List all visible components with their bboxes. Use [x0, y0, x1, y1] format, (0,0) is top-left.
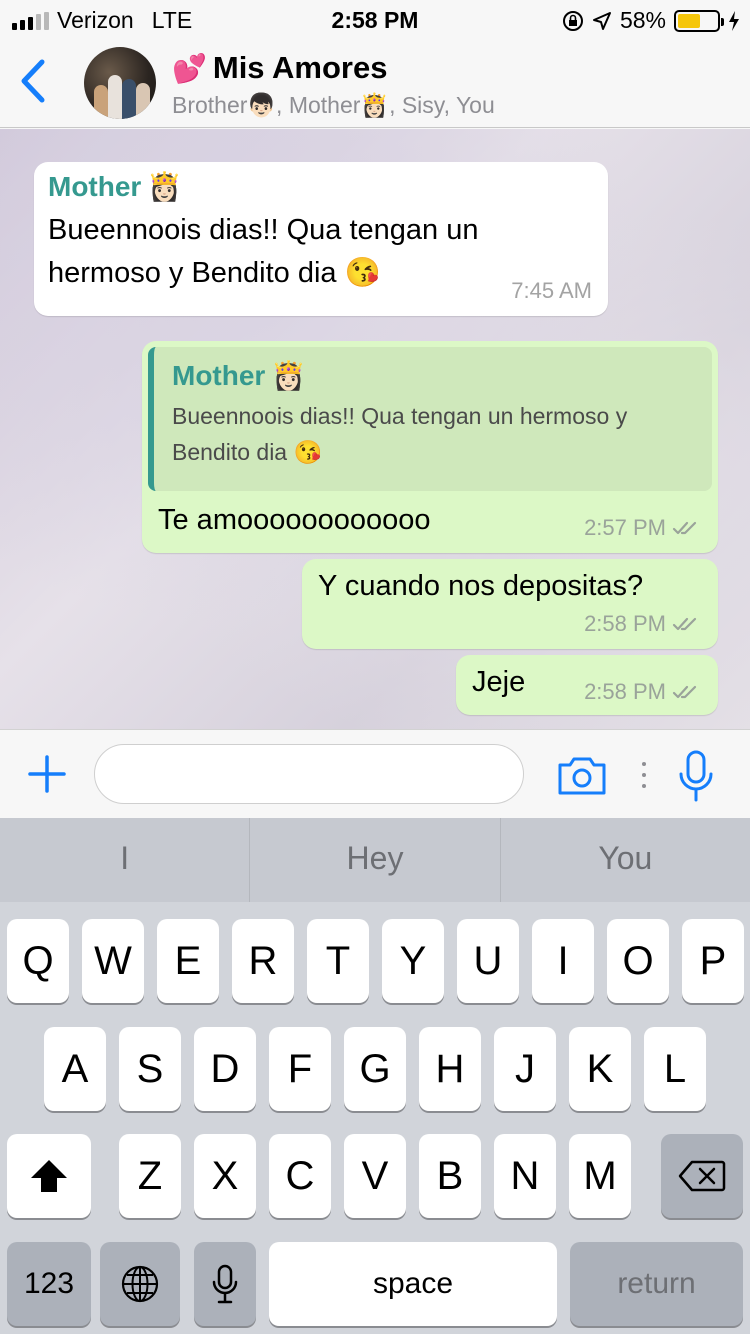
- backspace-icon: [678, 1160, 726, 1192]
- key[interactable]: P: [682, 919, 744, 1003]
- return-key[interactable]: return: [570, 1242, 743, 1326]
- message-bubble-incoming[interactable]: Mother 👸🏻 Bueennoois dias!! Qua tengan u…: [34, 162, 608, 316]
- key[interactable]: L: [644, 1027, 706, 1111]
- message-time: 2:58 PM: [584, 611, 702, 637]
- numbers-key[interactable]: 123: [7, 1242, 91, 1326]
- message-composer: [0, 729, 750, 818]
- key[interactable]: K: [569, 1027, 631, 1111]
- mic-icon: [212, 1264, 238, 1304]
- shift-icon: [31, 1160, 67, 1192]
- message-time: 2:58 PM: [584, 679, 702, 705]
- location-icon: [592, 11, 611, 30]
- message-time: 2:57 PM: [584, 515, 702, 541]
- crown-emoji: 👸🏻: [271, 360, 307, 391]
- key[interactable]: X: [194, 1134, 256, 1218]
- key[interactable]: O: [607, 919, 669, 1003]
- key[interactable]: I: [532, 919, 594, 1003]
- suggestion-bar: I Hey You: [0, 818, 750, 902]
- message-input[interactable]: [94, 744, 524, 804]
- message-text: Bueennoois dias!! Qua tengan un hermoso …: [48, 214, 479, 289]
- group-avatar[interactable]: [84, 47, 156, 119]
- sender-name: Mother 👸🏻: [48, 170, 183, 203]
- key[interactable]: H: [419, 1027, 481, 1111]
- key[interactable]: Q: [7, 919, 69, 1003]
- group-members[interactable]: Brother👦🏻, Mother👸🏻, Sisy, You: [172, 92, 495, 119]
- key[interactable]: Z: [119, 1134, 181, 1218]
- key[interactable]: J: [494, 1027, 556, 1111]
- space-key[interactable]: space: [269, 1242, 557, 1326]
- delete-key[interactable]: [661, 1134, 743, 1218]
- suggestion-item[interactable]: I: [0, 818, 249, 902]
- globe-key[interactable]: [100, 1242, 180, 1326]
- double-check-icon: [672, 521, 697, 535]
- chat-header: 💕 Mis Amores Brother👦🏻, Mother👸🏻, Sisy, …: [0, 40, 750, 128]
- mic-icon[interactable]: [678, 750, 714, 802]
- shift-key[interactable]: [7, 1134, 91, 1218]
- key[interactable]: E: [157, 919, 219, 1003]
- hearts-emoji: 💕: [172, 52, 207, 84]
- battery-icon: [674, 9, 724, 32]
- status-bar: Verizon LTE 2:58 PM 58%: [0, 0, 750, 40]
- key[interactable]: D: [194, 1027, 256, 1111]
- quoted-sender: Mother 👸🏻: [172, 359, 307, 392]
- double-check-icon: [672, 685, 697, 699]
- key[interactable]: C: [269, 1134, 331, 1218]
- globe-icon: [121, 1265, 159, 1303]
- more-icon[interactable]: [640, 760, 648, 790]
- quoted-text: Bueennoois dias!! Qua tengan un hermoso …: [172, 403, 628, 465]
- suggestion-item[interactable]: Hey: [249, 818, 499, 902]
- key[interactable]: V: [344, 1134, 406, 1218]
- key[interactable]: W: [82, 919, 144, 1003]
- message-text: Te amoooooooooooo: [158, 504, 431, 536]
- battery-percent: 58%: [619, 7, 666, 33]
- plus-icon[interactable]: [28, 755, 66, 793]
- group-name: Mis Amores: [212, 50, 388, 85]
- message-bubble-outgoing[interactable]: Y cuando nos depositas? 2:58 PM: [302, 559, 718, 649]
- key[interactable]: S: [119, 1027, 181, 1111]
- message-time: 7:45 AM: [511, 278, 592, 303]
- double-check-icon: [672, 617, 697, 631]
- key[interactable]: B: [419, 1134, 481, 1218]
- key[interactable]: U: [457, 919, 519, 1003]
- suggestion-item[interactable]: You: [499, 818, 750, 902]
- chat-area[interactable]: Mother 👸🏻 Bueennoois dias!! Qua tengan u…: [0, 129, 750, 729]
- keyboard: I Hey You Q W E R T Y U I O P A S D F G …: [0, 818, 750, 1334]
- back-chevron-icon[interactable]: [14, 56, 54, 106]
- key[interactable]: M: [569, 1134, 631, 1218]
- rotation-lock-icon: [562, 10, 583, 31]
- key[interactable]: Y: [382, 919, 444, 1003]
- message-bubble-outgoing[interactable]: Mother 👸🏻 Bueennoois dias!! Qua tengan u…: [142, 341, 718, 553]
- key[interactable]: G: [344, 1027, 406, 1111]
- dictation-key[interactable]: [194, 1242, 256, 1326]
- key[interactable]: N: [494, 1134, 556, 1218]
- quoted-message[interactable]: Mother 👸🏻 Bueennoois dias!! Qua tengan u…: [148, 347, 712, 491]
- camera-icon[interactable]: [556, 755, 608, 797]
- message-bubble-outgoing[interactable]: Jeje 2:58 PM: [456, 655, 718, 715]
- key[interactable]: T: [307, 919, 369, 1003]
- message-text: Y cuando nos depositas?: [318, 570, 644, 602]
- crown-emoji: 👸🏻: [147, 171, 183, 202]
- group-title[interactable]: 💕 Mis Amores: [172, 50, 387, 86]
- key[interactable]: F: [269, 1027, 331, 1111]
- key[interactable]: R: [232, 919, 294, 1003]
- charging-icon: [729, 10, 739, 31]
- key[interactable]: A: [44, 1027, 106, 1111]
